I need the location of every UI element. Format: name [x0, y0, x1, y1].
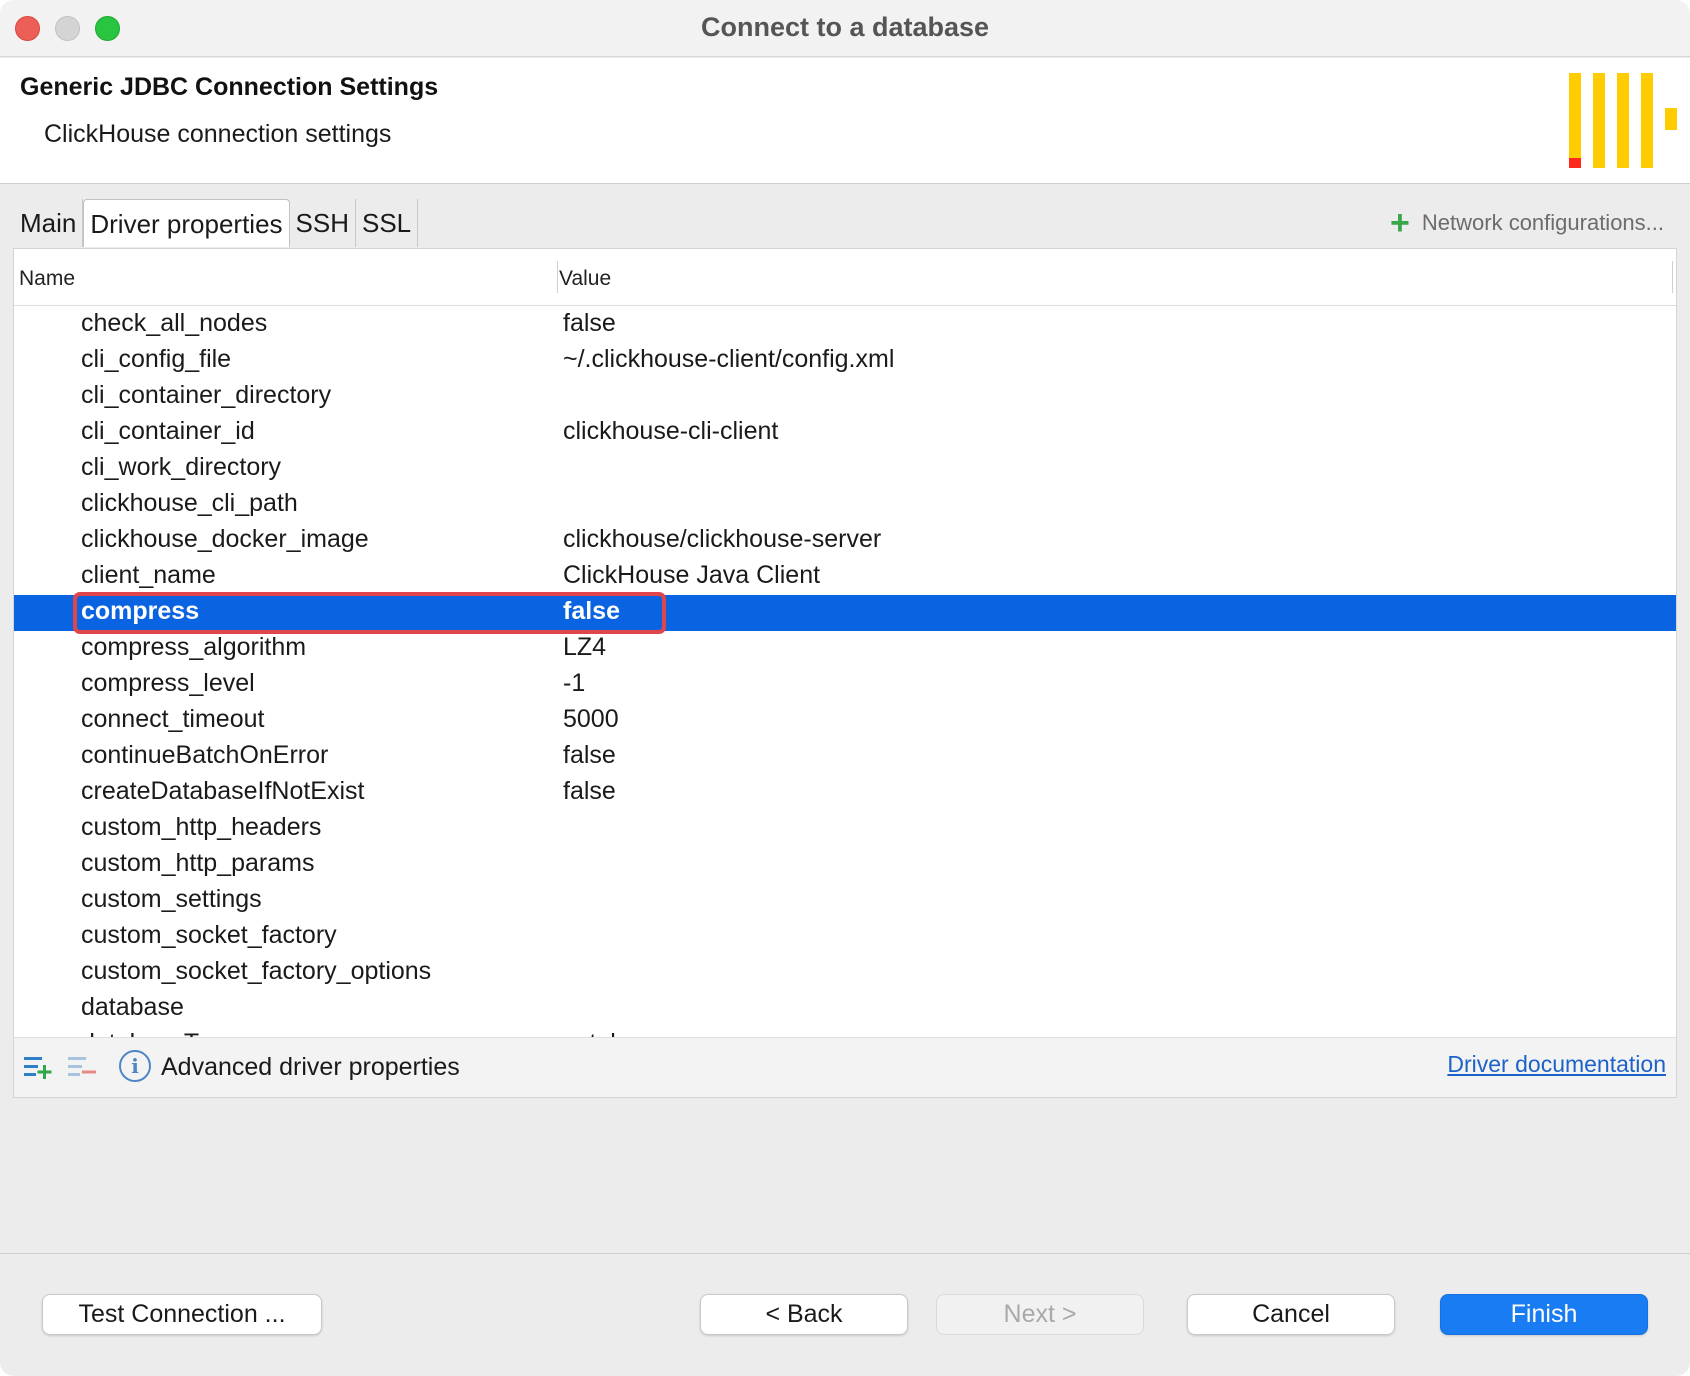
property-value[interactable]: clickhouse/clickhouse-server: [563, 525, 881, 554]
property-value[interactable]: -1: [563, 669, 585, 698]
tab-ssl[interactable]: SSL: [356, 199, 419, 247]
table-row[interactable]: compress_algorithm LZ4: [14, 631, 1676, 667]
property-value[interactable]: 5000: [563, 705, 619, 734]
divider: [0, 1253, 1690, 1254]
info-icon: i: [119, 1050, 151, 1082]
driver-documentation-link[interactable]: Driver documentation: [1447, 1051, 1666, 1078]
property-name: createDatabaseIfNotExist: [81, 777, 365, 805]
column-header-name[interactable]: Name: [19, 267, 75, 291]
table-row[interactable]: custom_http_headers: [14, 811, 1676, 847]
table-row[interactable]: compress_level -1: [14, 667, 1676, 703]
add-property-icon[interactable]: [22, 1052, 54, 1082]
table-header: Name Value: [14, 249, 1676, 306]
property-value[interactable]: ~/.clickhouse-client/config.xml: [563, 345, 894, 374]
property-name: database: [81, 993, 184, 1021]
table-row[interactable]: database: [14, 991, 1676, 1027]
table-row[interactable]: connect_timeout 5000: [14, 703, 1676, 739]
network-configurations-label: Network configurations...: [1421, 210, 1664, 235]
table-row[interactable]: compress false: [14, 592, 1676, 634]
tab-ssh[interactable]: SSH: [290, 199, 356, 247]
page-title: Generic JDBC Connection Settings: [20, 73, 439, 101]
table-row[interactable]: client_name ClickHouse Java Client: [14, 559, 1676, 595]
column-divider[interactable]: [557, 261, 558, 293]
property-name: custom_socket_factory: [81, 921, 337, 949]
property-name: cli_work_directory: [81, 453, 282, 481]
table-row[interactable]: clickhouse_cli_path: [14, 487, 1676, 523]
dialog-window: Connect to a database Generic JDBC Conne…: [0, 0, 1690, 1376]
table-row[interactable]: databaseTerm catalog: [14, 1027, 1676, 1037]
table-row[interactable]: cli_container_id clickhouse-cli-client: [14, 415, 1676, 451]
property-name: cli_container_id: [81, 417, 255, 445]
property-value[interactable]: false: [563, 741, 616, 770]
table-row[interactable]: cli_config_file ~/.clickhouse-client/conf…: [14, 343, 1676, 379]
table-row[interactable]: cli_work_directory: [14, 451, 1676, 487]
table-row[interactable]: custom_socket_factory_options: [14, 955, 1676, 991]
table-row[interactable]: continueBatchOnError false: [14, 739, 1676, 775]
remove-property-icon[interactable]: [66, 1052, 98, 1082]
wizard-header: Generic JDBC Connection Settings ClickHo…: [0, 58, 1690, 184]
property-name: compress_algorithm: [81, 633, 307, 661]
advanced-properties-label: Advanced driver properties: [161, 1053, 460, 1081]
finish-button[interactable]: Finish: [1440, 1294, 1648, 1335]
back-button[interactable]: < Back: [700, 1294, 908, 1335]
title-bar: Connect to a database: [0, 0, 1690, 57]
tab-bar: Main Driver properties SSH SSL: [14, 199, 419, 247]
property-name: client_name: [81, 561, 216, 589]
next-button[interactable]: Next >: [936, 1294, 1144, 1335]
property-name: custom_socket_factory_options: [81, 957, 432, 985]
property-value[interactable]: clickhouse-cli-client: [563, 417, 778, 446]
property-name: cli_config_file: [81, 345, 232, 373]
plus-icon: +: [1390, 204, 1410, 242]
property-name: databaseTerm: [81, 1029, 239, 1037]
property-name: connect_timeout: [81, 705, 265, 733]
column-divider[interactable]: [1672, 261, 1673, 293]
driver-properties-table: Name Value check_all_nodes false cli_confi…: [13, 248, 1677, 1098]
table-row[interactable]: custom_http_params: [14, 847, 1676, 883]
table-row[interactable]: cli_container_directory: [14, 379, 1676, 415]
column-header-value[interactable]: Value: [559, 267, 611, 291]
property-name: compress: [81, 597, 200, 625]
property-name: cli_container_directory: [81, 381, 332, 409]
property-name: check_all_nodes: [81, 309, 268, 337]
table-row[interactable]: createDatabaseIfNotExist false: [14, 775, 1676, 811]
property-rows: check_all_nodes false cli_config_file ~/.cl…: [14, 307, 1676, 1037]
property-name: custom_http_headers: [81, 813, 322, 841]
clickhouse-logo-icon: [1569, 73, 1677, 168]
table-row[interactable]: custom_socket_factory: [14, 919, 1676, 955]
property-value[interactable]: false: [563, 597, 620, 626]
property-name: clickhouse_docker_image: [81, 525, 369, 553]
property-value[interactable]: LZ4: [563, 633, 606, 662]
property-value[interactable]: false: [563, 777, 616, 806]
property-name: continueBatchOnError: [81, 741, 329, 769]
property-value[interactable]: catalog: [563, 1029, 644, 1037]
table-footer: i Advanced driver properties Driver docu…: [14, 1037, 1676, 1097]
table-row[interactable]: custom_settings: [14, 883, 1676, 919]
network-configurations-button[interactable]: + Network configurations...: [1390, 204, 1664, 242]
property-name: custom_settings: [81, 885, 262, 913]
property-name: clickhouse_cli_path: [81, 489, 298, 517]
tab-main[interactable]: Main: [14, 199, 84, 247]
table-row[interactable]: clickhouse_docker_image clickhouse/clickh…: [14, 523, 1676, 559]
cancel-button[interactable]: Cancel: [1187, 1294, 1395, 1335]
page-subtitle: ClickHouse connection settings: [44, 120, 392, 148]
property-value[interactable]: false: [563, 309, 616, 338]
window-title: Connect to a database: [700, 12, 990, 42]
table-row[interactable]: check_all_nodes false: [14, 307, 1676, 343]
property-name: compress_level: [81, 669, 255, 697]
property-value[interactable]: ClickHouse Java Client: [563, 561, 820, 590]
tab-driver-properties[interactable]: Driver properties: [83, 199, 290, 247]
test-connection-button[interactable]: Test Connection ...: [42, 1294, 322, 1335]
property-name: custom_http_params: [81, 849, 315, 877]
